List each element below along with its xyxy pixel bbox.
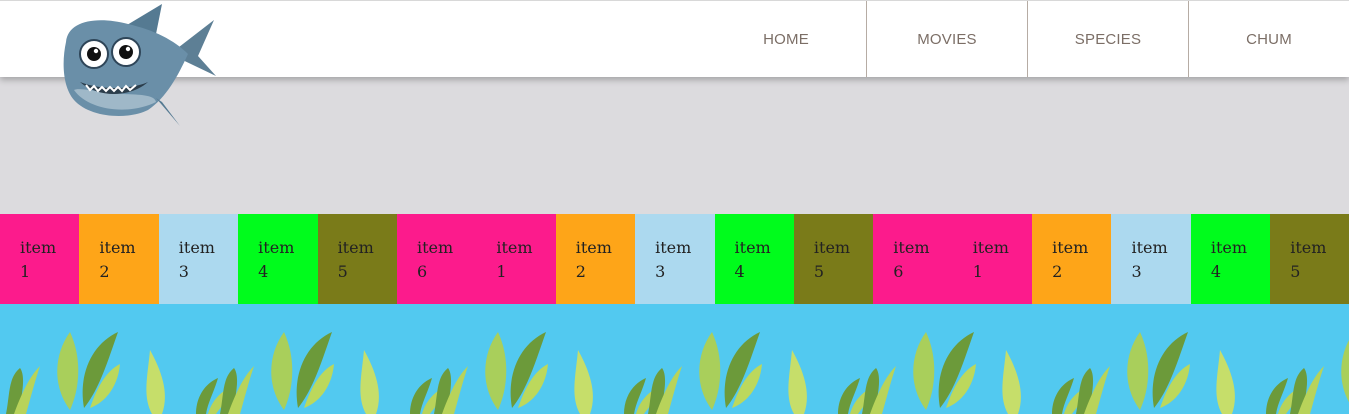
strip-item-label: item xyxy=(99,238,136,257)
shark-logo-icon[interactable] xyxy=(58,2,218,128)
strip-item-number: 1 xyxy=(972,262,983,281)
strip-item[interactable]: item 2 xyxy=(79,214,159,304)
strip-item[interactable]: item 2 xyxy=(555,214,636,304)
strip-item[interactable]: item 6 xyxy=(396,214,477,304)
strip-item[interactable]: item 1 xyxy=(952,214,1033,304)
strip-item[interactable]: item 3 xyxy=(158,214,239,304)
strip-item-number: 3 xyxy=(178,262,189,281)
strip-item-label: item xyxy=(1131,238,1168,257)
strip-item-number: 2 xyxy=(1052,262,1063,281)
strip-item-label: item xyxy=(416,238,454,257)
strip-item-number: 4 xyxy=(734,262,745,281)
strip-item-label: item xyxy=(496,238,533,257)
strip-item-label: item xyxy=(1210,238,1248,257)
strip-item-number: 4 xyxy=(258,262,269,281)
nav-species-link[interactable]: SPECIES xyxy=(1027,1,1188,77)
strip-item-number: 5 xyxy=(813,262,825,281)
strip-item[interactable]: item 4 xyxy=(238,214,318,304)
seaweed-icon xyxy=(6,332,1353,414)
strip-item-label: item xyxy=(575,238,612,257)
strip-item-label: item xyxy=(893,238,930,257)
page-edge xyxy=(1349,0,1353,414)
strip-item-number: 6 xyxy=(893,262,904,281)
strip-item-number: 2 xyxy=(99,262,110,281)
strip-item-label: item xyxy=(178,238,215,257)
seaweed-banner xyxy=(0,304,1353,414)
strip-item[interactable]: item 4 xyxy=(1190,214,1271,304)
strip-item-number: 3 xyxy=(655,262,666,281)
nav-home-link[interactable]: HOME xyxy=(706,1,866,77)
strip-item-number: 6 xyxy=(416,262,428,281)
strip-item-number: 4 xyxy=(1210,262,1222,281)
strip-item-label: item xyxy=(655,238,692,257)
main-nav: HOME MOVIES SPECIES CHUM xyxy=(706,1,1349,77)
strip-item-label: item xyxy=(1290,238,1327,257)
strip-item-number: 1 xyxy=(20,262,31,281)
strip-item[interactable]: item 2 xyxy=(1032,214,1112,304)
nav-movies-link[interactable]: MOVIES xyxy=(866,1,1027,77)
strip-item-number: 5 xyxy=(1290,262,1301,281)
strip-item-number: 3 xyxy=(1131,262,1142,281)
strip-item[interactable]: item 1 xyxy=(0,214,80,304)
strip-item-label: item xyxy=(813,238,851,257)
strip-item-label: item xyxy=(972,238,1009,257)
strip-item[interactable]: item 4 xyxy=(714,214,794,304)
strip-item-number: 2 xyxy=(575,262,586,281)
strip-item[interactable]: item 1 xyxy=(476,214,556,304)
items-strip: item 1 item 2 item 3 item 4 item 5 item 6 item 1 item 2… xyxy=(0,214,1353,304)
strip-item-label: item xyxy=(258,238,295,257)
strip-item[interactable]: item 6 xyxy=(873,214,953,304)
strip-item-label: item xyxy=(20,238,57,257)
strip-item[interactable]: item 3 xyxy=(635,214,715,304)
strip-item[interactable]: item 5 xyxy=(317,214,397,304)
strip-item[interactable]: item 3 xyxy=(1111,214,1191,304)
strip-item[interactable]: item 5 xyxy=(1270,214,1350,304)
strip-item-number: 5 xyxy=(337,262,348,281)
strip-item-number: 1 xyxy=(496,262,507,281)
strip-item-label: item xyxy=(734,238,771,257)
nav-chum-link[interactable]: CHUM xyxy=(1188,1,1349,77)
strip-item-label: item xyxy=(1052,238,1089,257)
strip-item[interactable]: item 5 xyxy=(793,214,874,304)
strip-item-label: item xyxy=(337,238,374,257)
